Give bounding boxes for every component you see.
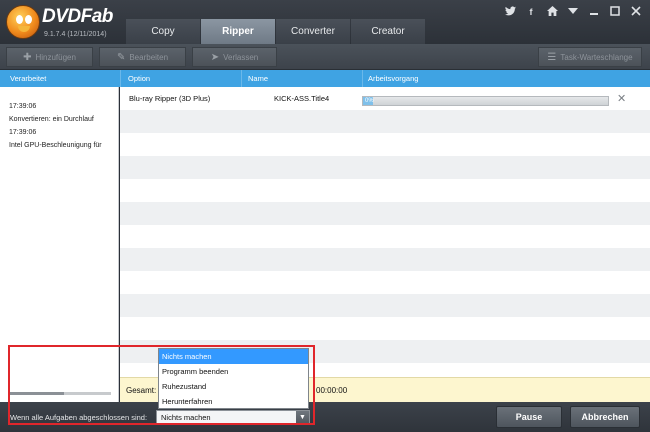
scrollbar-thumb[interactable] bbox=[9, 392, 64, 395]
facebook-icon[interactable]: f bbox=[525, 6, 537, 18]
total-label: Gesamt: bbox=[126, 386, 157, 395]
tab-creator[interactable]: Creator bbox=[351, 19, 425, 44]
column-progress[interactable]: Arbeitsvorgang bbox=[368, 74, 418, 83]
table-row bbox=[120, 294, 650, 317]
column-name[interactable]: Name bbox=[248, 74, 268, 83]
close-icon[interactable] bbox=[630, 6, 642, 18]
tab-ripper[interactable]: Ripper bbox=[201, 19, 275, 44]
window-controls: f bbox=[504, 6, 642, 18]
when-done-selected-value: Nichts machen bbox=[161, 413, 211, 422]
table-row bbox=[120, 225, 650, 248]
log-line: Intel GPU-Beschleunigung für bbox=[9, 142, 102, 149]
dvdfab-logo-icon bbox=[6, 5, 40, 39]
column-header: Verarbeitet Option Name Arbeitsvorgang bbox=[0, 70, 650, 87]
dropdown-option-hibernate[interactable]: Ruhezustand bbox=[159, 379, 308, 394]
cancel-button[interactable]: Abbrechen bbox=[570, 406, 640, 428]
main-tabs: Copy Ripper Converter Creator bbox=[126, 19, 426, 44]
table-row bbox=[120, 202, 650, 225]
minimize-icon[interactable] bbox=[588, 6, 600, 18]
log-line: Konvertieren: ein Durchlauf bbox=[9, 116, 94, 123]
table-row bbox=[120, 133, 650, 156]
twitter-icon[interactable] bbox=[504, 6, 516, 18]
menu-icon[interactable] bbox=[567, 6, 579, 18]
task-list: Blu-ray Ripper (3D Plus) KICK-ASS.Title4… bbox=[120, 87, 650, 377]
table-row bbox=[120, 179, 650, 202]
tab-copy[interactable]: Copy bbox=[126, 19, 200, 44]
chevron-down-icon[interactable]: ▼ bbox=[296, 411, 309, 424]
dvdfab-window: DVDFab 9.1.7.4 (12/11/2014) Copy Ripper … bbox=[0, 0, 650, 432]
move-button[interactable]: ➤ Verlassen bbox=[192, 47, 277, 67]
arrow-icon: ➤ bbox=[210, 51, 220, 63]
table-row bbox=[120, 271, 650, 294]
task-queue-button[interactable]: ☰ Task-Warteschlange bbox=[538, 47, 642, 67]
table-row bbox=[120, 110, 650, 133]
bottom-bar: Wenn alle Aufgaben abgeschlossen sind: N… bbox=[0, 402, 650, 432]
table-row bbox=[120, 248, 650, 271]
column-processed: Verarbeitet bbox=[10, 74, 47, 83]
when-done-select[interactable]: Nichts machen ▼ bbox=[156, 410, 310, 425]
plus-icon: ✚ bbox=[23, 51, 32, 63]
total-time: 00:00:00 bbox=[316, 386, 348, 395]
home-icon[interactable] bbox=[546, 6, 558, 18]
log-panel: 17:39:06 Konvertieren: ein Durchlauf 17:… bbox=[0, 87, 119, 402]
remove-task-icon[interactable]: ✕ bbox=[617, 92, 626, 105]
dropdown-option-nothing[interactable]: Nichts machen bbox=[159, 349, 308, 364]
pause-button[interactable]: Pause bbox=[496, 406, 562, 428]
list-icon: ☰ bbox=[547, 51, 557, 63]
dropdown-option-exit[interactable]: Programm beenden bbox=[159, 364, 308, 379]
add-button[interactable]: ✚ Hinzufügen bbox=[6, 47, 93, 67]
tab-converter[interactable]: Converter bbox=[276, 19, 350, 44]
task-name: KICK-ASS.Title4 bbox=[274, 94, 330, 103]
column-option[interactable]: Option bbox=[128, 74, 150, 83]
table-row bbox=[120, 156, 650, 179]
maximize-icon[interactable] bbox=[609, 6, 621, 18]
when-done-dropdown: Nichts machen Programm beenden Ruhezusta… bbox=[158, 348, 309, 409]
log-scrollbar[interactable] bbox=[9, 392, 111, 395]
app-brand: DVDFab bbox=[42, 6, 113, 27]
task-progress-bar: 0% bbox=[362, 96, 609, 106]
log-line: 17:39:06 bbox=[9, 129, 37, 136]
task-option: Blu-ray Ripper (3D Plus) bbox=[129, 94, 211, 103]
progress-text: 0% bbox=[365, 98, 374, 104]
table-row[interactable]: Blu-ray Ripper (3D Plus) KICK-ASS.Title4… bbox=[120, 87, 650, 110]
edit-icon: ✎ bbox=[116, 51, 126, 63]
toolbar: ✚ Hinzufügen ✎ Bearbeiten ➤ Verlassen ☰ … bbox=[0, 44, 650, 70]
dropdown-option-shutdown[interactable]: Herunterfahren bbox=[159, 394, 308, 409]
log-line: 17:39:06 bbox=[9, 103, 37, 110]
edit-button[interactable]: ✎ Bearbeiten bbox=[99, 47, 186, 67]
title-bar: DVDFab 9.1.7.4 (12/11/2014) Copy Ripper … bbox=[0, 0, 650, 44]
when-done-label: Wenn alle Aufgaben abgeschlossen sind: bbox=[10, 413, 148, 422]
table-row bbox=[120, 317, 650, 340]
app-version: 9.1.7.4 (12/11/2014) bbox=[44, 31, 107, 38]
